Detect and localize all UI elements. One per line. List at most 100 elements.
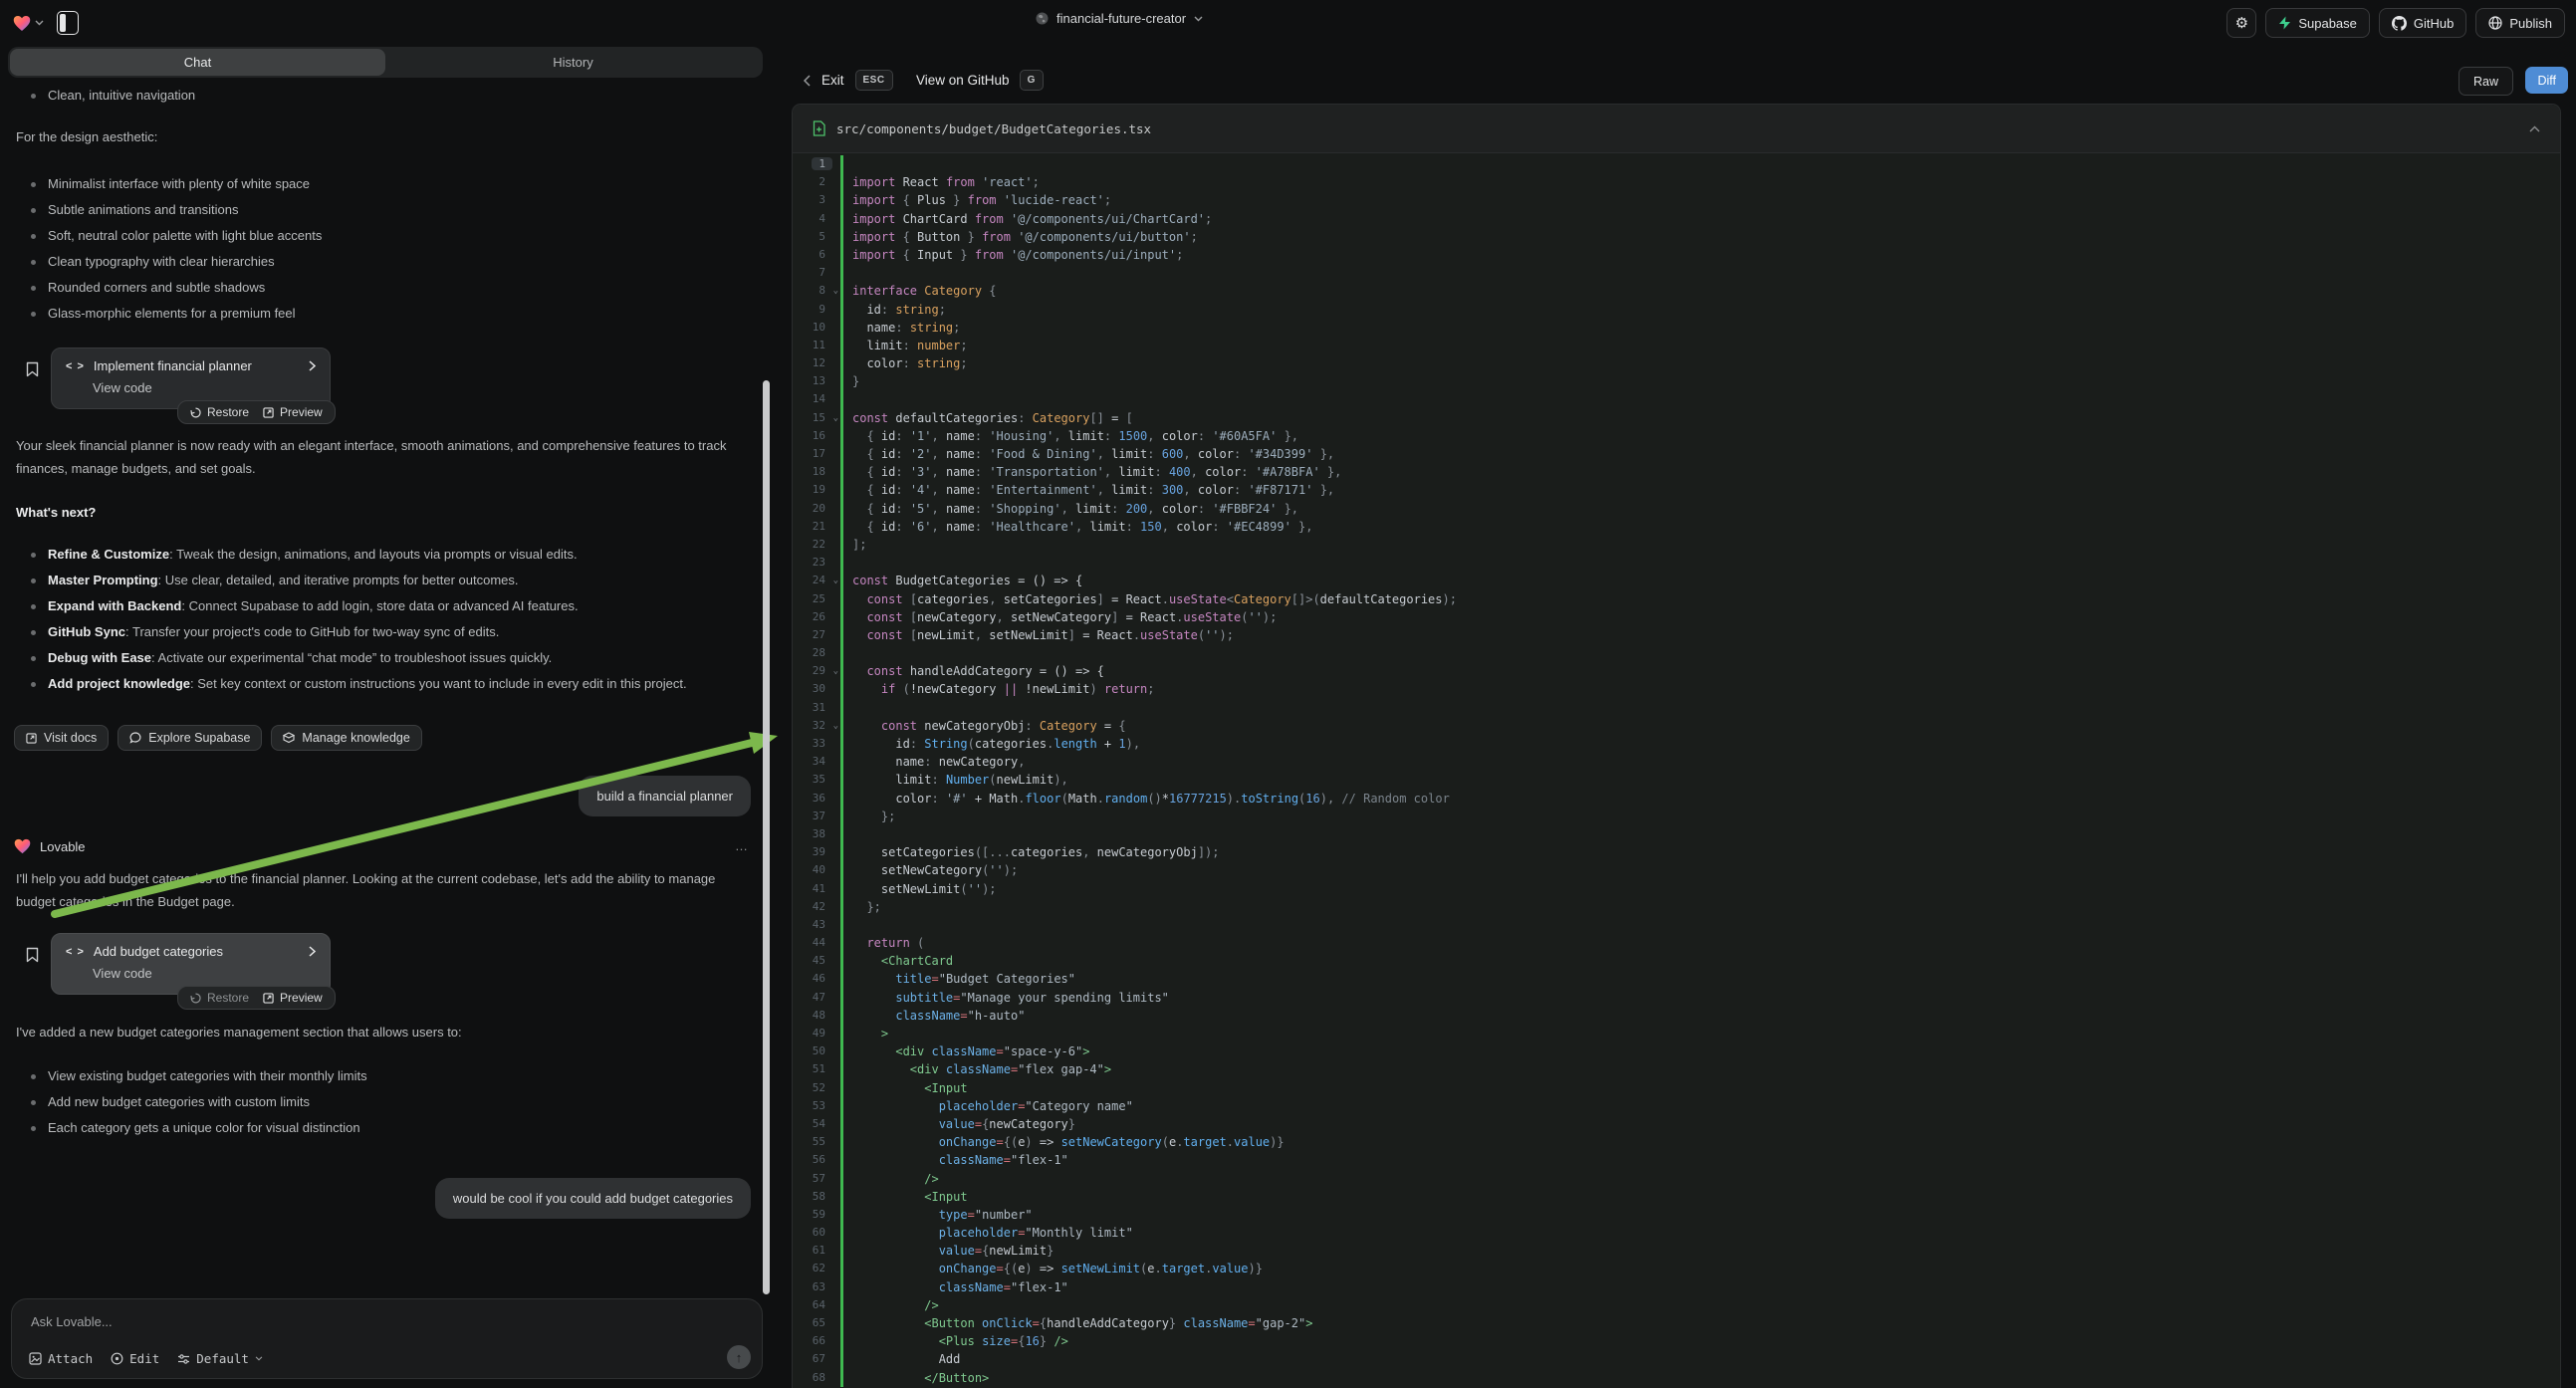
edit-target-icon bbox=[111, 1352, 123, 1365]
fold-chevron-icon[interactable]: ⌄ bbox=[833, 282, 838, 300]
raw-toggle-button[interactable]: Raw bbox=[2459, 67, 2513, 96]
lovable-heart-icon bbox=[14, 838, 31, 854]
fold-chevron-icon[interactable]: ⌄ bbox=[833, 572, 838, 589]
preview-button[interactable]: Preview bbox=[263, 991, 323, 1005]
code-line: 13} bbox=[793, 372, 2560, 390]
code-line: 8⌄interface Category { bbox=[793, 282, 2560, 300]
code-line: 1 bbox=[793, 155, 2560, 173]
code-line: 62 onChange={(e) => setNewLimit(e.target… bbox=[793, 1260, 2560, 1277]
user-message-2: would be cool if you could add budget ca… bbox=[435, 1178, 751, 1219]
view-code-link[interactable]: View code bbox=[93, 966, 316, 981]
code-line: 29⌄ const handleAddCategory = () => { bbox=[793, 662, 2560, 680]
chat-scrollbar[interactable] bbox=[763, 380, 770, 1294]
tab-history[interactable]: History bbox=[385, 49, 761, 76]
file-header[interactable]: src/components/budget/BudgetCategories.t… bbox=[793, 105, 2560, 153]
code-line: 61 value={newLimit} bbox=[793, 1242, 2560, 1260]
list-item: Minimalist interface with plenty of whit… bbox=[14, 171, 760, 197]
logo-chevron-down-icon[interactable] bbox=[35, 20, 44, 26]
suggestion-buttons: Visit docs Explore Supabase Manage knowl… bbox=[14, 725, 760, 751]
user-message-wrap: build a financial planner bbox=[14, 776, 751, 816]
code-line: 9 id: string; bbox=[793, 301, 2560, 319]
message-menu-icon[interactable]: … bbox=[735, 838, 750, 853]
code-line: 34 name: newCategory, bbox=[793, 753, 2560, 771]
edit-mode-button[interactable]: Edit bbox=[111, 1350, 159, 1368]
list-item: Subtle animations and transitions bbox=[14, 197, 760, 223]
code-line: 30 if (!newCategory || !newLimit) return… bbox=[793, 680, 2560, 698]
code-line: 28 bbox=[793, 644, 2560, 662]
code-line: 21 { id: '6', name: 'Healthcare', limit:… bbox=[793, 518, 2560, 536]
code-line: 3import { Plus } from 'lucide-react'; bbox=[793, 191, 2560, 209]
code-line: 18 { id: '3', name: 'Transportation', li… bbox=[793, 463, 2560, 481]
view-code-link[interactable]: View code bbox=[93, 380, 316, 395]
tab-chat[interactable]: Chat bbox=[10, 49, 385, 76]
visit-docs-button[interactable]: Visit docs bbox=[14, 725, 109, 751]
restore-icon bbox=[190, 993, 201, 1004]
view-on-github-button[interactable]: View on GitHub G bbox=[916, 67, 1044, 94]
code-line: 53 placeholder="Category name" bbox=[793, 1097, 2560, 1115]
code-line: 24⌄const BudgetCategories = () => { bbox=[793, 572, 2560, 589]
list-item: GitHub Sync: Transfer your project's cod… bbox=[14, 619, 737, 645]
explore-supabase-button[interactable]: Explore Supabase bbox=[117, 725, 262, 751]
design-intro-text: For the design aesthetic: bbox=[16, 125, 760, 148]
preview-button[interactable]: Preview bbox=[263, 405, 323, 419]
code-line: 67 Add bbox=[793, 1350, 2560, 1368]
chat-panel: Chat History Clean, intuitive navigation… bbox=[0, 44, 774, 1388]
manage-knowledge-button[interactable]: Manage knowledge bbox=[271, 725, 421, 751]
list-item: Expand with Backend: Connect Supabase to… bbox=[14, 593, 737, 619]
code-line: 19 { id: '4', name: 'Entertainment', lim… bbox=[793, 481, 2560, 499]
whats-next-heading: What's next? bbox=[16, 501, 760, 524]
version-card-actions: Restore Preview bbox=[177, 400, 336, 424]
sidebar-toggle-icon[interactable] bbox=[57, 11, 79, 35]
code-line: 33 id: String(categories.length + 1), bbox=[793, 735, 2560, 753]
chat-message-list: Clean, intuitive navigation For the desi… bbox=[0, 80, 774, 1296]
code-line: 32⌄ const newCategoryObj: Category = { bbox=[793, 717, 2560, 735]
assistant-header: Lovable … bbox=[14, 838, 760, 854]
restore-button-disabled[interactable]: Restore bbox=[190, 991, 249, 1005]
code-line: 5import { Button } from '@/components/ui… bbox=[793, 228, 2560, 246]
code-line: 49 > bbox=[793, 1025, 2560, 1042]
code-line: 57 /> bbox=[793, 1170, 2560, 1188]
code-line: 23 bbox=[793, 554, 2560, 572]
composer-input[interactable]: Ask Lovable... bbox=[31, 1314, 113, 1329]
collapse-chevron-up-icon[interactable] bbox=[2529, 125, 2540, 132]
exit-button[interactable]: Exit ESC bbox=[804, 67, 893, 94]
code-line: 31 bbox=[793, 699, 2560, 717]
code-line: 26 const [newCategory, setNewCategory] =… bbox=[793, 608, 2560, 626]
list-item: View existing budget categories with the… bbox=[14, 1063, 760, 1089]
chat-bubble-icon bbox=[129, 732, 141, 744]
attach-image-icon bbox=[29, 1352, 42, 1365]
version-card-implement-financial-planner[interactable]: < > Implement financial planner View cod… bbox=[51, 347, 331, 409]
lovable-heart-logo-icon[interactable] bbox=[13, 15, 31, 32]
code-line: 44 return ( bbox=[793, 934, 2560, 952]
list-item: Master Prompting: Use clear, detailed, a… bbox=[14, 568, 737, 593]
code-line: 22]; bbox=[793, 536, 2560, 554]
attach-button[interactable]: Attach bbox=[29, 1350, 93, 1368]
knowledge-box-icon bbox=[283, 732, 295, 744]
code-line: 35 limit: Number(newLimit), bbox=[793, 771, 2560, 789]
model-selector[interactable]: Default bbox=[177, 1350, 263, 1368]
bookmark-icon[interactable] bbox=[26, 947, 39, 963]
chevron-down-icon bbox=[255, 1356, 263, 1361]
version-card-add-budget-categories[interactable]: < > Add budget categories View code Rest… bbox=[51, 933, 331, 995]
fold-chevron-icon[interactable]: ⌄ bbox=[833, 409, 838, 427]
code-line: 36 color: '#' + Math.floor(Math.random()… bbox=[793, 790, 2560, 808]
code-line: 2import React from 'react'; bbox=[793, 173, 2560, 191]
list-item: Debug with Ease: Activate our experiment… bbox=[14, 645, 737, 671]
chevron-left-icon bbox=[804, 75, 811, 87]
code-line: 10 name: string; bbox=[793, 319, 2560, 337]
list-item: Clean, intuitive navigation bbox=[14, 83, 760, 109]
fold-chevron-icon[interactable]: ⌄ bbox=[833, 717, 838, 735]
view-on-github-label: View on GitHub bbox=[916, 73, 1010, 88]
file-diff-card: src/components/budget/BudgetCategories.t… bbox=[792, 104, 2561, 1388]
code-line: 64 /> bbox=[793, 1296, 2560, 1314]
version-card-row-2: < > Add budget categories View code Rest… bbox=[26, 933, 760, 995]
code-line: 45 <ChartCard bbox=[793, 952, 2560, 970]
diff-toggle-button[interactable]: Diff bbox=[2525, 67, 2568, 94]
fold-chevron-icon[interactable]: ⌄ bbox=[833, 662, 838, 680]
chat-composer[interactable]: Ask Lovable... Attach Edit Default ↑ bbox=[11, 1298, 763, 1379]
bookmark-icon[interactable] bbox=[26, 361, 39, 377]
send-button[interactable]: ↑ bbox=[727, 1345, 751, 1369]
external-link-icon bbox=[26, 733, 37, 744]
restore-button[interactable]: Restore bbox=[190, 405, 249, 419]
code-line: 51 <div className="flex gap-4"> bbox=[793, 1060, 2560, 1078]
